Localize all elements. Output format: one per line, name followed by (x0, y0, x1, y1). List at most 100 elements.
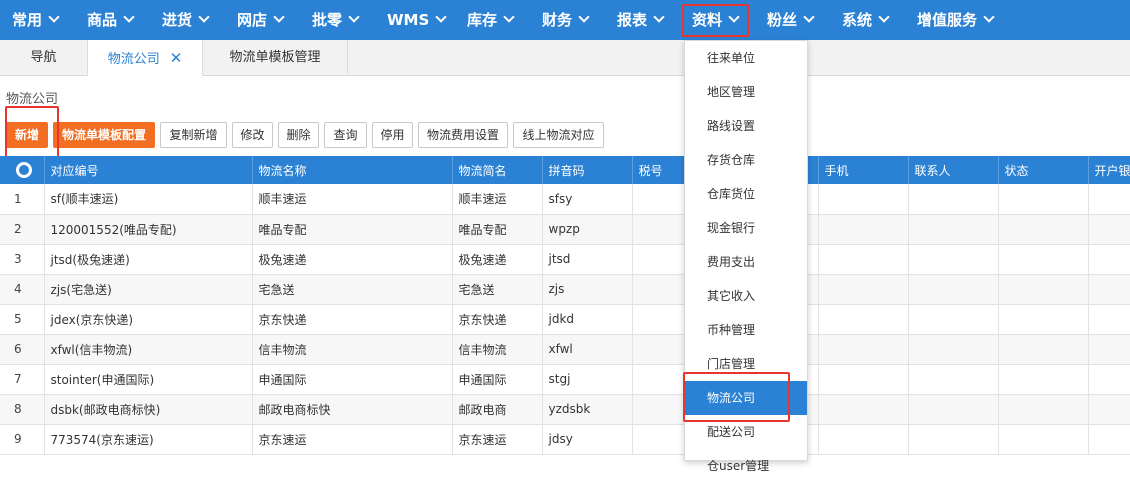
cell-short-name: 极兔速递 (452, 244, 543, 275)
nav-label: 增值服务 (917, 11, 978, 29)
column-header[interactable]: 状态 (998, 156, 1089, 184)
table-row[interactable]: 3 jtsd(极兔速递) 极兔速递 极兔速递 jtsd (0, 244, 1130, 275)
cell-short-name: 京东速运 (452, 424, 543, 455)
nav-menu-value-added[interactable]: 增值服务 (917, 0, 995, 40)
cell-name: 顺丰速运 (252, 184, 453, 215)
table-row[interactable]: 2 120001552(唯品专配) 唯品专配 唯品专配 wpzp (0, 214, 1130, 245)
column-header[interactable]: 物流简名 (452, 156, 543, 184)
chevron-down-icon (728, 11, 740, 23)
gear-icon[interactable] (16, 161, 32, 178)
delete-button[interactable]: 删除 (278, 122, 319, 148)
copy-add-button[interactable]: 复制新增 (160, 122, 227, 148)
menu-item-store[interactable]: 门店管理 (685, 347, 807, 381)
menu-item-currency[interactable]: 币种管理 (685, 313, 807, 347)
menu-item-logistics-company[interactable]: 物流公司 (685, 381, 807, 415)
tab-waybill-template[interactable]: 物流单模板管理 (203, 40, 348, 76)
cell-code: 120001552(唯品专配) (44, 214, 253, 245)
tab-label: 物流单模板管理 (229, 50, 321, 65)
chevron-down-icon (983, 11, 995, 23)
cell (1088, 394, 1130, 425)
logistics-fee-button[interactable]: 物流费用设置 (418, 122, 508, 148)
add-button[interactable]: 新增 (6, 122, 48, 148)
nav-menu-retail[interactable]: 批零 (312, 0, 360, 40)
table-row[interactable]: 9 773574(京东速运) 京东速运 京东速运 jdsy (0, 424, 1130, 455)
nav-menu-online-store[interactable]: 网店 (237, 0, 285, 40)
cell (998, 394, 1089, 425)
table-row[interactable]: 8 dsbk(邮政电商标快) 邮政电商标快 邮政电商 yzdsbk (0, 394, 1130, 425)
row-index: 7 (0, 364, 45, 395)
nav-menu-data[interactable]: 资料 (692, 0, 740, 40)
query-button[interactable]: 查询 (324, 122, 367, 148)
tab-logistics-company[interactable]: 物流公司 ✕ (88, 40, 203, 76)
nav-label: 系统 (842, 11, 873, 29)
menu-item-expense[interactable]: 费用支出 (685, 245, 807, 279)
row-index: 1 (0, 184, 45, 215)
nav-menu-system[interactable]: 系统 (842, 0, 890, 40)
cell-code: stointer(申通国际) (44, 364, 253, 395)
nav-label: 批零 (312, 11, 343, 29)
nav-menu-goods[interactable]: 商品 (87, 0, 135, 40)
table-row[interactable]: 1 sf(顺丰速运) 顺丰速运 顺丰速运 sfsy (0, 184, 1130, 215)
cell-short-name: 顺丰速运 (452, 184, 543, 215)
chevron-down-icon (653, 11, 665, 23)
column-header[interactable]: 手机 (818, 156, 909, 184)
nav-menu-reports[interactable]: 报表 (617, 0, 665, 40)
cell-code: zjs(宅急送) (44, 274, 253, 305)
page-title: 物流公司 (6, 92, 59, 107)
table-row[interactable]: 5 jdex(京东快递) 京东快递 京东快递 jdkd (0, 304, 1130, 335)
column-header[interactable]: 物流名称 (252, 156, 453, 184)
row-index: 6 (0, 334, 45, 365)
cell-pinyin: jtsd (542, 244, 633, 275)
table-header-row: 对应编号 物流名称 物流简名 拼音码 税号 手机 联系人 状态 开户银行 (0, 156, 1130, 184)
row-index: 9 (0, 424, 45, 455)
menu-item-location[interactable]: 仓库货位 (685, 177, 807, 211)
cell (998, 364, 1089, 395)
cell-pinyin: stgj (542, 364, 633, 395)
menu-item-cash-bank[interactable]: 现金银行 (685, 211, 807, 245)
disable-button[interactable]: 停用 (372, 122, 413, 148)
nav-label: 库存 (467, 11, 498, 29)
table-row[interactable]: 7 stointer(申通国际) 申通国际 申通国际 stgj (0, 364, 1130, 395)
table-row[interactable]: 4 zjs(宅急送) 宅急送 宅急送 zjs (0, 274, 1130, 305)
menu-item-partial[interactable]: 仓user管理 (685, 449, 807, 483)
column-header[interactable]: 开户银行 (1088, 156, 1130, 184)
cell-code: 773574(京东速运) (44, 424, 253, 455)
cell-short-name: 唯品专配 (452, 214, 543, 245)
menu-item-region[interactable]: 地区管理 (685, 75, 807, 109)
cell (908, 304, 999, 335)
table-row[interactable]: 6 xfwl(信丰物流) 信丰物流 信丰物流 xfwl (0, 334, 1130, 365)
edit-button[interactable]: 修改 (232, 122, 273, 148)
chevron-down-icon (348, 11, 360, 23)
cell (1088, 244, 1130, 275)
chevron-down-icon (503, 11, 515, 23)
column-header[interactable]: 拼音码 (542, 156, 633, 184)
online-logistics-map-button[interactable]: 线上物流对应 (513, 122, 604, 148)
cell (908, 424, 999, 455)
close-icon[interactable]: ✕ (170, 49, 183, 67)
nav-menu-wms[interactable]: WMS (387, 0, 447, 40)
chevron-down-icon (48, 11, 60, 23)
column-header[interactable]: 对应编号 (44, 156, 253, 184)
menu-item-route[interactable]: 路线设置 (685, 109, 807, 143)
nav-menu-finance[interactable]: 财务 (542, 0, 590, 40)
column-settings[interactable] (0, 156, 45, 184)
cell-pinyin: wpzp (542, 214, 633, 245)
menu-item-warehouse[interactable]: 存货仓库 (685, 143, 807, 177)
chevron-down-icon (578, 11, 590, 23)
nav-label: 常用 (12, 11, 43, 29)
nav-menu-fans[interactable]: 粉丝 (767, 0, 815, 40)
menu-item-delivery-company[interactable]: 配送公司 (685, 415, 807, 449)
cell (908, 394, 999, 425)
nav-menu-changyong[interactable]: 常用 (12, 0, 60, 40)
waybill-template-config-button[interactable]: 物流单模板配置 (53, 122, 155, 148)
column-header[interactable]: 联系人 (908, 156, 999, 184)
cell (1088, 304, 1130, 335)
menu-item-other-income[interactable]: 其它收入 (685, 279, 807, 313)
cell (998, 274, 1089, 305)
menu-item-contacts[interactable]: 往来单位 (685, 41, 807, 75)
cell (818, 334, 909, 365)
nav-menu-inventory[interactable]: 库存 (467, 0, 515, 40)
nav-menu-purchase[interactable]: 进货 (162, 0, 210, 40)
tab-navigation[interactable]: 导航 (0, 40, 88, 76)
row-index: 8 (0, 394, 45, 425)
